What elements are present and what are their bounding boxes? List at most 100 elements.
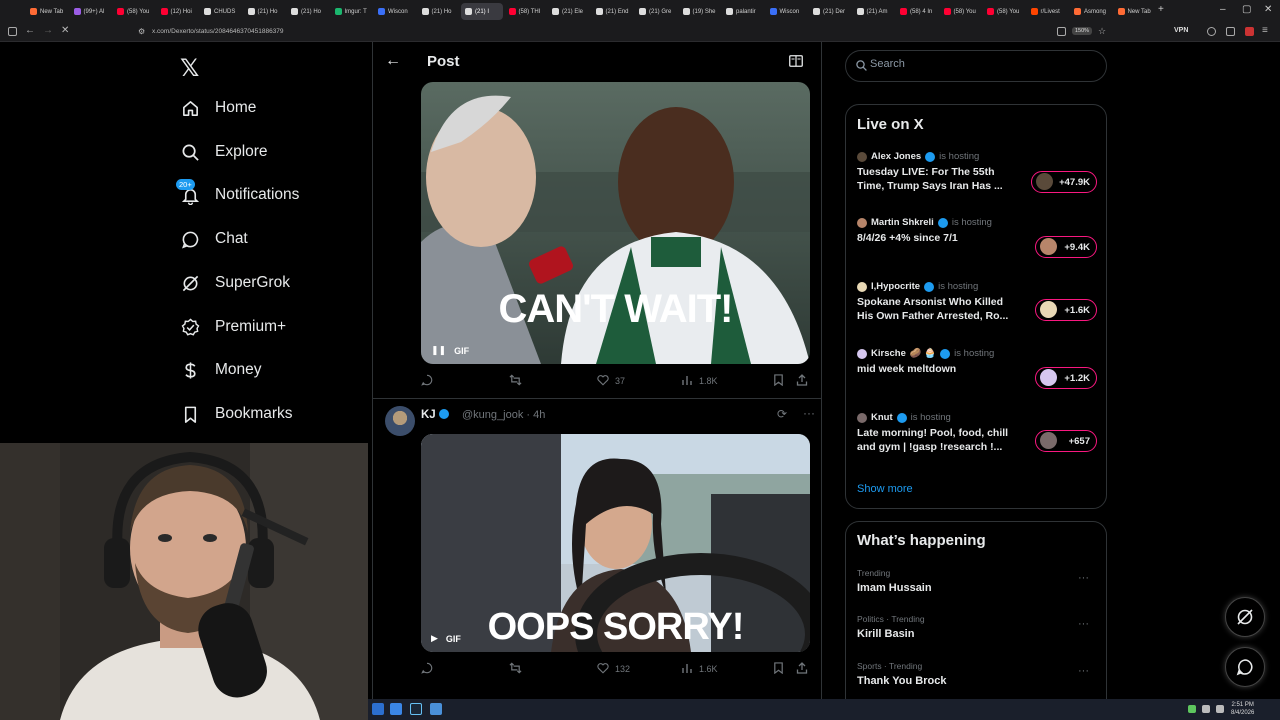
live-item[interactable]: Kirsche 🥔 🧁 is hosting mid week meltdown +1.… — [857, 348, 1097, 408]
forward-icon[interactable]: → — [43, 25, 53, 36]
browser-tab[interactable]: (99+) Al — [70, 3, 112, 20]
zoom-level[interactable]: 150% — [1072, 27, 1093, 35]
site-info-icon[interactable]: ⚙ — [138, 27, 145, 36]
listener-count-pill[interactable]: +9.4K — [1035, 236, 1097, 258]
minimize-icon[interactable]: – — [1220, 4, 1226, 15]
screenshot-icon[interactable] — [1057, 27, 1066, 36]
browser-tab[interactable]: palantir — [722, 3, 764, 20]
reply-button[interactable] — [421, 374, 439, 388]
taskbar-clock[interactable]: 2:51 PM 8/4/2026 — [1231, 701, 1254, 717]
browser-tab[interactable]: (58) You — [940, 3, 982, 20]
nav-item-home[interactable]: Home — [180, 93, 256, 123]
share-button[interactable] — [796, 374, 808, 388]
reply-button[interactable] — [421, 662, 439, 676]
repost-button[interactable] — [509, 374, 528, 388]
app-icon[interactable] — [430, 703, 442, 715]
repost-button[interactable] — [509, 662, 528, 676]
sidebar-toggle-icon[interactable] — [8, 27, 17, 36]
close-icon[interactable]: ✕ — [61, 25, 69, 36]
share-button[interactable] — [796, 662, 808, 676]
trend-item[interactable]: Sports · Trending Thank You Brock ··· — [857, 661, 1097, 697]
more-options-icon[interactable]: ··· — [803, 406, 815, 420]
bookmark-button[interactable] — [773, 662, 784, 676]
listener-count-pill[interactable]: +47.9K — [1031, 171, 1097, 193]
new-tab-icon[interactable]: + — [1158, 4, 1164, 15]
tray-icon[interactable] — [1202, 705, 1210, 713]
more-options-icon[interactable]: ··· — [1078, 618, 1089, 630]
gif-badge[interactable]: ❚❚ GIF — [431, 345, 469, 356]
pause-icon[interactable]: ❚❚ — [431, 345, 446, 356]
gif-badge[interactable]: ▶ GIF — [431, 633, 461, 644]
browser-tab[interactable]: CHUDS — [200, 3, 242, 20]
avatar[interactable] — [385, 406, 415, 436]
browser-tab[interactable]: (58) You — [113, 3, 155, 20]
extension-icon[interactable] — [1245, 27, 1254, 36]
address-bar[interactable]: x.com/Dexerto/status/2084646370451886379 — [152, 28, 284, 35]
gif-media[interactable]: CAN'T WAIT! ❚❚ GIF — [421, 82, 810, 364]
nav-item-money[interactable]: Money — [180, 355, 262, 385]
browser-tab[interactable]: (58) You — [983, 3, 1025, 20]
account-icon[interactable] — [1207, 27, 1216, 36]
nav-item-chat[interactable]: Chat — [180, 224, 248, 254]
listener-count-pill[interactable]: +657 — [1035, 430, 1097, 452]
author-handle[interactable]: @kung_jook · 4h — [462, 409, 545, 421]
browser-tab[interactable]: Wiscon — [766, 3, 808, 20]
search-box[interactable] — [845, 50, 1107, 82]
messages-fab-button[interactable] — [1225, 647, 1265, 687]
browser-tab[interactable]: (21) I — [461, 3, 503, 20]
views-button[interactable]: 1.6K — [681, 662, 718, 676]
tray-icon[interactable] — [1188, 705, 1196, 713]
browser-tab[interactable]: Asmong — [1070, 3, 1112, 20]
browser-tab[interactable]: (21) Ho — [287, 3, 329, 20]
trend-item[interactable]: Politics · Trending Kirill Basin ··· — [857, 614, 1097, 650]
live-item[interactable]: Alex Jones is hosting Tuesday LIVE: For Th… — [857, 151, 1097, 211]
app-icon[interactable] — [390, 703, 402, 715]
back-arrow-icon[interactable]: ← — [385, 52, 401, 70]
like-button[interactable]: 132 — [597, 662, 630, 676]
more-options-icon[interactable]: ··· — [1078, 572, 1089, 584]
author-name[interactable]: KJ — [421, 409, 449, 421]
nav-item-premium[interactable]: Premium+ — [180, 312, 286, 342]
browser-tab[interactable]: (21) Ho — [244, 3, 286, 20]
menu-icon[interactable]: ≡ — [1262, 25, 1268, 36]
views-button[interactable]: 1.8K — [681, 374, 718, 388]
gif-media[interactable]: OOPS SORRY! ▶ GIF — [421, 434, 810, 652]
browser-tab[interactable]: New Tab — [1114, 3, 1156, 20]
nav-item-supergrok[interactable]: SuperGrok — [180, 268, 290, 298]
browser-tab[interactable]: (21) Gre — [635, 3, 677, 20]
more-options-icon[interactable]: ··· — [1078, 665, 1089, 677]
browser-tab[interactable]: New Tab — [26, 3, 68, 20]
star-icon[interactable]: ☆ — [1098, 26, 1106, 37]
trend-item[interactable]: Trending Imam Hussain ··· — [857, 568, 1097, 604]
browser-tab[interactable]: (58) 4 In — [896, 3, 938, 20]
back-icon[interactable]: ← — [25, 25, 35, 36]
grok-icon[interactable]: ⟳ — [777, 407, 787, 421]
listener-count-pill[interactable]: +1.2K — [1035, 367, 1097, 389]
live-item[interactable]: Knut is hosting Late morning! Pool, food, … — [857, 412, 1097, 472]
grok-fab-button[interactable] — [1225, 597, 1265, 637]
browser-tab[interactable]: (58) THI — [505, 3, 547, 20]
bookmark-button[interactable] — [773, 374, 784, 388]
browser-tab[interactable]: (21) End — [592, 3, 634, 20]
browser-tab[interactable]: Wiscon — [374, 3, 416, 20]
search-input[interactable] — [870, 58, 1090, 70]
maximize-icon[interactable]: ▢ — [1242, 4, 1251, 15]
close-window-icon[interactable]: ✕ — [1264, 4, 1272, 15]
browser-tab[interactable]: (19) She — [679, 3, 721, 20]
play-icon[interactable]: ▶ — [431, 633, 438, 644]
nav-item-explore[interactable]: Explore — [180, 137, 268, 167]
like-button[interactable]: 37 — [597, 374, 625, 388]
browser-tab[interactable]: (21) Am — [853, 3, 895, 20]
x-logo[interactable]: 𝕏 — [180, 54, 199, 82]
nav-item-bookmarks[interactable]: Bookmarks — [180, 399, 293, 429]
browser-tab[interactable]: r/Livest — [1027, 3, 1069, 20]
reader-mode-icon[interactable] — [789, 55, 803, 67]
app-icon[interactable] — [372, 703, 384, 715]
listener-count-pill[interactable]: +1.6K — [1035, 299, 1097, 321]
browser-tab[interactable]: (12) Hoi — [157, 3, 199, 20]
live-item[interactable]: I,Hypocrite is hosting Spokane Arsonist Wh… — [857, 281, 1097, 341]
browser-tab[interactable]: (21) Ho — [418, 3, 460, 20]
browser-tab[interactable]: Imgur: T — [331, 3, 373, 20]
nav-item-notifications[interactable]: 20+ Notifications — [176, 179, 299, 210]
volume-icon[interactable] — [1216, 705, 1224, 713]
